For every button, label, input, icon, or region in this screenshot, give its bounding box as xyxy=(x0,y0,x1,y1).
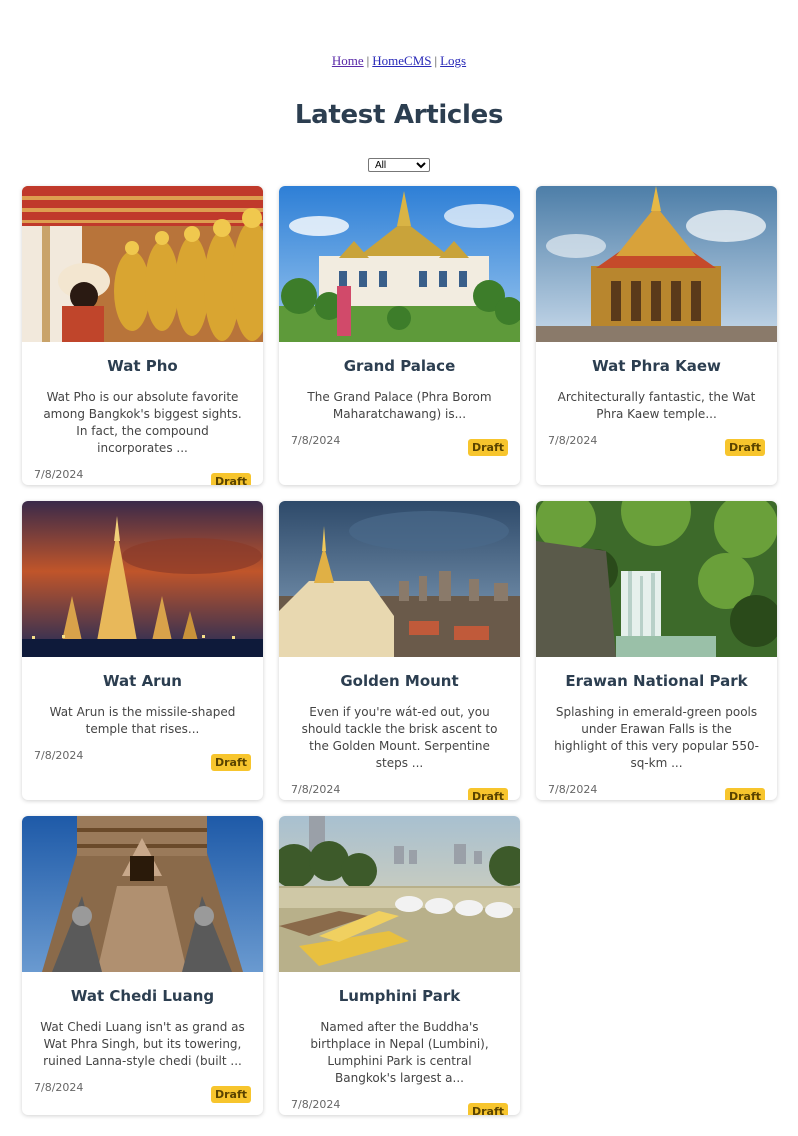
article-card[interactable]: Grand Palace The Grand Palace (Phra Boro… xyxy=(279,186,520,485)
article-title: Lumphini Park xyxy=(338,987,461,1005)
article-footer: 7/8/2024 Draft xyxy=(548,429,765,456)
top-nav: Home | HomeCMS | Logs xyxy=(0,53,798,69)
article-description: Architecturally fantastic, the Wat Phra … xyxy=(557,390,756,421)
article-image-wat-arun xyxy=(22,501,263,657)
article-image-wat-chedi-luang xyxy=(22,816,263,972)
article-title: Wat Phra Kaew xyxy=(592,357,721,375)
article-description: Named after the Buddha's birthplace in N… xyxy=(310,1020,489,1085)
article-title: Wat Arun xyxy=(103,672,182,690)
article-description: The Grand Palace (Phra Borom Maharatchaw… xyxy=(307,390,492,421)
category-filter-select[interactable]: All xyxy=(368,158,430,172)
status-badge: Draft xyxy=(210,1086,251,1103)
status-badge: Draft xyxy=(724,439,765,456)
article-footer: 7/8/2024 Draft xyxy=(291,429,508,456)
article-footer: 7/8/2024 Draft xyxy=(34,744,251,771)
article-card[interactable]: Wat Arun Wat Arun is the missile-shaped … xyxy=(22,501,263,800)
article-card[interactable]: Lumphini Park Named after the Buddha's b… xyxy=(279,816,520,1115)
article-card[interactable]: Golden Mount Even if you're wát-ed out, … xyxy=(279,501,520,800)
article-footer: 7/8/2024 Draft xyxy=(34,463,251,485)
status-badge: Draft xyxy=(210,473,251,485)
page-title: Latest Articles xyxy=(294,100,504,130)
nav-separator: | xyxy=(366,53,370,68)
article-card[interactable]: Wat Pho Wat Pho is our absolute favorite… xyxy=(22,186,263,485)
article-date: 7/8/2024 xyxy=(34,1081,84,1094)
article-description: Even if you're wát-ed out, you should ta… xyxy=(301,705,498,770)
article-image-golden-mount xyxy=(279,501,520,657)
article-date: 7/8/2024 xyxy=(291,434,341,447)
status-badge: Draft xyxy=(210,754,251,771)
article-image-grand-palace xyxy=(279,186,520,342)
article-date: 7/8/2024 xyxy=(291,1098,341,1111)
article-date: 7/8/2024 xyxy=(34,468,84,481)
article-image-erawan-national-park xyxy=(536,501,777,657)
article-footer: 7/8/2024 Draft xyxy=(548,778,765,800)
article-description: Wat Chedi Luang isn't as grand as Wat Ph… xyxy=(40,1020,245,1068)
article-title: Wat Pho xyxy=(107,357,178,375)
article-image-lumphini-park xyxy=(279,816,520,972)
article-description: Wat Pho is our absolute favorite among B… xyxy=(43,390,242,455)
filter-container: All xyxy=(0,155,798,173)
article-footer: 7/8/2024 Draft xyxy=(34,1076,251,1103)
nav-separator: | xyxy=(434,53,438,68)
article-footer: 7/8/2024 Draft xyxy=(291,778,508,800)
nav-link-homecms[interactable]: HomeCMS xyxy=(372,53,431,68)
status-badge: Draft xyxy=(467,788,508,800)
article-card[interactable]: Wat Phra Kaew Architecturally fantastic,… xyxy=(536,186,777,485)
article-card[interactable]: Wat Chedi Luang Wat Chedi Luang isn't as… xyxy=(22,816,263,1115)
articles-grid: Wat Pho Wat Pho is our absolute favorite… xyxy=(22,186,777,1115)
article-title: Wat Chedi Luang xyxy=(70,987,215,1005)
article-date: 7/8/2024 xyxy=(548,783,598,796)
status-badge: Draft xyxy=(724,788,765,800)
status-badge: Draft xyxy=(467,439,508,456)
article-description: Wat Arun is the missile-shaped temple th… xyxy=(49,705,236,736)
article-date: 7/8/2024 xyxy=(548,434,598,447)
article-date: 7/8/2024 xyxy=(291,783,341,796)
article-card[interactable]: Erawan National Park Splashing in emeral… xyxy=(536,501,777,800)
nav-link-logs[interactable]: Logs xyxy=(440,53,466,68)
article-image-wat-pho xyxy=(22,186,263,342)
article-footer: 7/8/2024 Draft xyxy=(291,1093,508,1115)
nav-link-home[interactable]: Home xyxy=(332,53,364,68)
article-title: Golden Mount xyxy=(340,672,459,690)
article-title: Erawan National Park xyxy=(565,672,748,690)
article-image-wat-phra-kaew xyxy=(536,186,777,342)
article-description: Splashing in emerald-green pools under E… xyxy=(554,705,759,770)
article-title: Grand Palace xyxy=(343,357,456,375)
article-date: 7/8/2024 xyxy=(34,749,84,762)
status-badge: Draft xyxy=(467,1103,508,1115)
